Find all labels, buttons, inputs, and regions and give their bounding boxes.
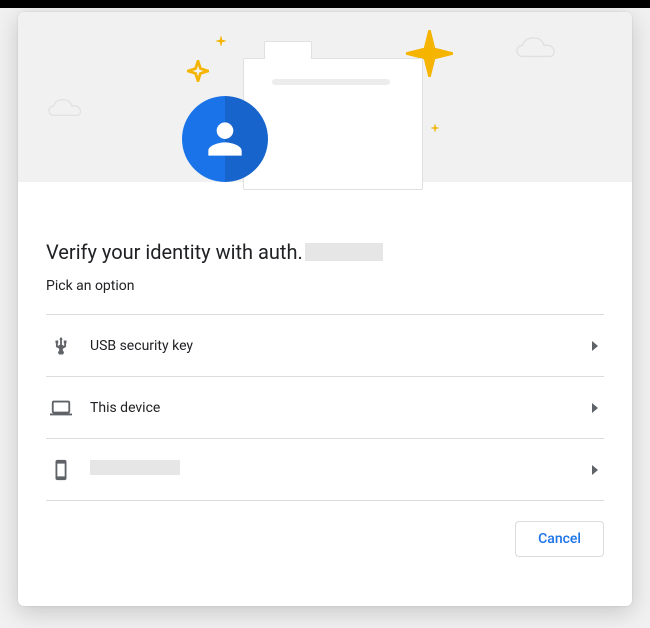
hero-illustration (18, 12, 632, 182)
title-text: Verify your identity with auth. (46, 240, 303, 264)
chevron-right-icon (592, 465, 598, 475)
title-redacted-domain (305, 243, 383, 261)
option-label: USB security key (90, 338, 592, 354)
cloud-decoration (46, 98, 96, 120)
person-icon (205, 119, 245, 159)
dialog-content: Verify your identity with auth. Pick an … (18, 182, 632, 606)
phone-icon (50, 459, 72, 481)
verify-identity-dialog: Verify your identity with auth. Pick an … (18, 12, 632, 606)
usb-icon (50, 335, 72, 357)
verification-options: USB security key This device (46, 314, 604, 501)
option-usb-security-key[interactable]: USB security key (46, 315, 604, 377)
cloud-decoration (514, 36, 572, 62)
avatar (182, 96, 268, 182)
option-label: This device (90, 400, 592, 416)
cancel-button[interactable]: Cancel (515, 521, 604, 557)
page-title: Verify your identity with auth. (46, 240, 604, 264)
option-phone-device[interactable] (46, 439, 604, 501)
sparkle-icon (431, 124, 439, 132)
option-label (90, 460, 592, 479)
sparkle-icon (187, 60, 209, 82)
option-this-device[interactable]: This device (46, 377, 604, 439)
chevron-right-icon (592, 341, 598, 351)
dialog-footer: Cancel (46, 501, 604, 557)
chevron-right-icon (592, 403, 598, 413)
option-redacted-label (90, 460, 180, 475)
sparkle-icon (216, 36, 226, 46)
subtitle-text: Pick an option (46, 278, 604, 294)
laptop-icon (50, 397, 72, 419)
folder-illustration (243, 58, 423, 190)
window-top-bar (0, 0, 650, 8)
